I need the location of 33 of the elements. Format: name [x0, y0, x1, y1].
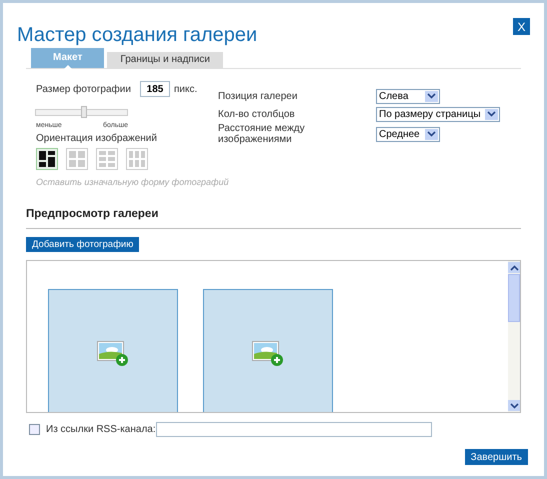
- close-button[interactable]: X: [513, 18, 530, 35]
- photo-placeholder[interactable]: [48, 289, 178, 412]
- dropdown[interactable]: По размеру страницы: [376, 106, 500, 122]
- orientation-label: Ориентация изображений: [36, 133, 158, 144]
- dropdown[interactable]: Слева: [376, 88, 440, 104]
- size-field[interactable]: 185: [140, 81, 170, 97]
- size-label: Размер фотографии: [36, 84, 132, 94]
- unit-label: пикс.: [174, 84, 198, 94]
- setting-label: Кол-во столбцов: [218, 108, 296, 120]
- caret-icon: [427, 93, 436, 99]
- rss-label: Из ссылки RSS-канала:: [46, 424, 156, 435]
- caret-icon: [427, 131, 436, 137]
- size-slider[interactable]: [35, 109, 128, 116]
- window-title: Мастер создания галереи: [17, 24, 258, 47]
- add-image-icon: [97, 341, 129, 367]
- setting-label: Позиция галереи: [218, 90, 298, 102]
- section-heading: Предпросмотр галереи: [26, 208, 160, 220]
- rss-checkbox[interactable]: [29, 424, 40, 435]
- slider-thumb[interactable]: [81, 106, 88, 118]
- add-photo-button[interactable]: Добавить фотографию: [26, 237, 140, 252]
- tab[interactable]: Границы и надписи: [107, 52, 224, 68]
- setting-label: Расстояние между изображениями: [218, 123, 306, 145]
- rss-url-field[interactable]: [156, 422, 432, 437]
- hint-text: Оставить изначальную форму фотографий: [36, 176, 230, 188]
- finish-button[interactable]: Завершить: [464, 449, 528, 465]
- scroll-up-icon[interactable]: [510, 264, 518, 270]
- add-image-icon: [252, 341, 284, 367]
- layout-option[interactable]: [36, 148, 58, 170]
- photo-placeholder[interactable]: [203, 289, 333, 412]
- scrollbar[interactable]: [508, 261, 520, 412]
- scroll-down-icon[interactable]: [510, 402, 518, 408]
- caret-icon: [486, 111, 496, 117]
- dropdown[interactable]: Среднее: [376, 126, 440, 142]
